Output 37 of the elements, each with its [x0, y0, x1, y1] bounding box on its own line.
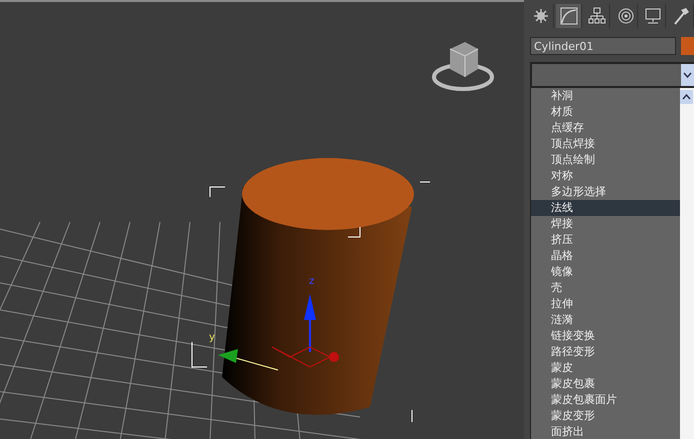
modifier-list-item[interactable]: 路径变形 [531, 344, 680, 360]
modifier-list-item[interactable]: 顶点绘制 [531, 152, 680, 168]
curve-icon [560, 7, 578, 25]
modifier-list-item[interactable]: 面挤出 [531, 424, 680, 439]
modifier-list-item[interactable]: 对称 [531, 168, 680, 184]
modifier-list-dropdown[interactable] [530, 62, 694, 88]
3d-viewport[interactable]: y z [0, 0, 524, 439]
modifier-list-item[interactable]: 蒙皮变形 [531, 408, 680, 424]
modifier-list-item[interactable]: 点缓存 [531, 120, 680, 136]
modifier-list-item[interactable]: 挤压 [531, 232, 680, 248]
axis-label: z [309, 276, 314, 287]
modifier-list-item[interactable]: 顶点焊接 [531, 136, 680, 152]
hierarchy-icon [588, 7, 606, 25]
modifier-list-item[interactable]: 法线 [531, 200, 680, 216]
hammer-icon [672, 7, 690, 25]
object-name-field[interactable]: Cylinder01 [530, 37, 676, 55]
modifier-list-item[interactable]: 多边形选择 [531, 184, 680, 200]
axis-label: y [209, 332, 215, 343]
sun-icon [532, 8, 548, 24]
target-icon [616, 7, 634, 25]
modifier-list-item[interactable]: 焊接 [531, 216, 680, 232]
modifier-list-item[interactable]: 蒙皮包裹面片 [531, 392, 680, 408]
modifier-list-item[interactable]: 材质 [531, 104, 680, 120]
scroll-up-icon[interactable] [680, 90, 693, 104]
modifier-list-item[interactable]: 涟漪 [531, 312, 680, 328]
modifier-list-item[interactable]: 镜像 [531, 264, 680, 280]
object-color-swatch[interactable] [681, 37, 694, 55]
modifier-list-item[interactable]: 拉伸 [531, 296, 680, 312]
modifier-list-item[interactable]: 蒙皮 [531, 360, 680, 376]
modifier-list-item[interactable]: 晶格 [531, 248, 680, 264]
scroll-track[interactable] [680, 88, 694, 439]
modifier-list-item[interactable]: 蒙皮包裹 [531, 376, 680, 392]
modifier-list-item[interactable]: 链接变换 [531, 328, 680, 344]
modifier-list-item[interactable]: 补洞 [531, 88, 680, 104]
modifier-list-item[interactable]: 壳 [531, 280, 680, 296]
monitor-icon [644, 7, 662, 25]
panel-tab[interactable] [556, 4, 582, 28]
